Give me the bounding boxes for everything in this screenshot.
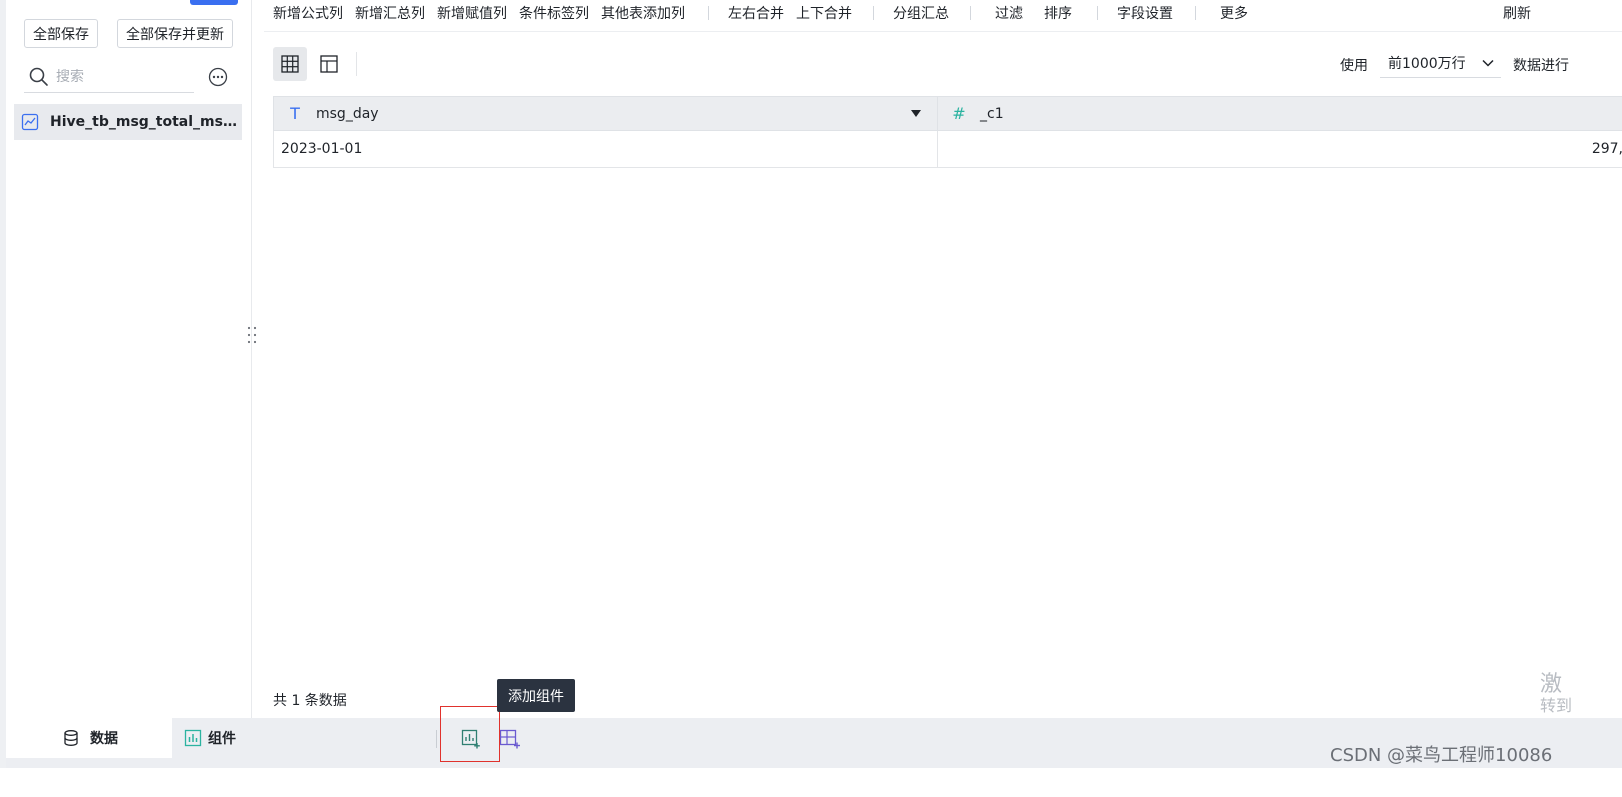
search-box[interactable]: [24, 62, 194, 93]
group-summary[interactable]: 分组汇总: [893, 3, 949, 23]
bar-chart-icon: [184, 729, 202, 747]
toolbar-divider: [1097, 6, 1098, 20]
toolbar-divider: [873, 6, 874, 20]
drag-handle-icon[interactable]: [245, 325, 259, 345]
table-cell: 2023-01-01: [274, 131, 938, 167]
tab-data[interactable]: 数据: [6, 718, 172, 758]
toolbar-divider: [1195, 6, 1196, 20]
column-name: msg_day: [316, 105, 379, 122]
column-header-c1[interactable]: # _c1: [938, 97, 1622, 130]
activation-line1: 激: [1540, 672, 1563, 697]
bottom-divider: [436, 730, 437, 748]
condition-tag-column[interactable]: 条件标签列: [519, 3, 589, 23]
row-count-label: 共 1 条数据: [273, 693, 347, 709]
layout-view-button[interactable]: [312, 47, 346, 81]
grid-view-button[interactable]: [273, 47, 307, 81]
refresh-button[interactable]: 刷新: [1503, 3, 1531, 23]
save-all-update-button[interactable]: 全部保存并更新: [117, 19, 233, 48]
sidebar: 全部保存 全部保存并更新 Hive_tb_msg_total_msg_...: [6, 0, 252, 718]
primary-button-edge[interactable]: [190, 0, 238, 5]
tab-component-label: 组件: [208, 731, 236, 747]
layout-view-icon: [320, 55, 338, 73]
chevron-down-icon: [1482, 59, 1494, 67]
tab-data-label: 数据: [90, 731, 118, 747]
use-label: 使用: [1340, 58, 1368, 74]
csdn-watermark: CSDN @菜鸟工程师10086: [1330, 745, 1553, 766]
left-right-merge[interactable]: 左右合并: [728, 3, 784, 23]
add-dashboard-button[interactable]: [497, 726, 523, 752]
toolbar: 新增公式列 新增汇总列 新增赋值列 条件标签列 其他表添加列 左右合并 上下合并…: [264, 0, 1622, 32]
table-header: T msg_day # _c1: [273, 96, 1622, 131]
more-button[interactable]: 更多: [1220, 3, 1248, 23]
add-summary-column[interactable]: 新增汇总列: [355, 3, 425, 23]
activation-watermark: 激 转到: [1540, 672, 1573, 716]
text-type-icon: T: [290, 104, 300, 123]
add-assign-column[interactable]: 新增赋值列: [437, 3, 507, 23]
search-icon: [29, 67, 48, 86]
table-cell: 297,: [1591, 141, 1622, 157]
data-processing-label: 数据进行: [1513, 58, 1569, 74]
add-formula-column[interactable]: 新增公式列: [273, 3, 343, 23]
highlight-box: [440, 706, 500, 762]
column-header-msg-day[interactable]: T msg_day: [274, 97, 938, 130]
add-layout-icon: [499, 729, 520, 749]
search-input[interactable]: [56, 69, 186, 85]
add-component-tooltip: 添加组件: [497, 679, 575, 712]
data-table: T msg_day # _c1 2023-01-01 297,: [273, 96, 1622, 168]
tab-component[interactable]: 组件: [184, 718, 236, 758]
grid-view-icon: [281, 55, 299, 73]
number-type-icon: #: [952, 104, 966, 123]
table-row: 2023-01-01 297,: [273, 131, 1622, 168]
dataset-name: Hive_tb_msg_total_msg_...: [50, 114, 242, 130]
filter-button[interactable]: 过滤: [995, 3, 1023, 23]
save-all-button[interactable]: 全部保存: [24, 19, 98, 48]
activation-line2: 转到: [1540, 696, 1573, 716]
toolbar-divider: [708, 6, 709, 20]
sort-button[interactable]: 排序: [1044, 3, 1072, 23]
column-name: _c1: [980, 105, 1004, 122]
more-options-icon[interactable]: [208, 67, 228, 87]
toolbar-divider: [970, 6, 971, 20]
up-down-merge[interactable]: 上下合并: [796, 3, 852, 23]
database-icon: [64, 730, 78, 746]
field-settings-button[interactable]: 字段设置: [1117, 3, 1173, 23]
window-bottom-edge: [0, 768, 1622, 797]
row-limit-select[interactable]: 前1000万行: [1380, 48, 1501, 78]
dataset-item[interactable]: Hive_tb_msg_total_msg_...: [14, 104, 242, 140]
dataset-chart-icon: [21, 113, 39, 131]
caret-down-icon[interactable]: [911, 110, 921, 117]
other-table-column[interactable]: 其他表添加列: [601, 3, 685, 23]
row-limit-value: 前1000万行: [1388, 55, 1466, 72]
view-divider: [356, 52, 357, 76]
